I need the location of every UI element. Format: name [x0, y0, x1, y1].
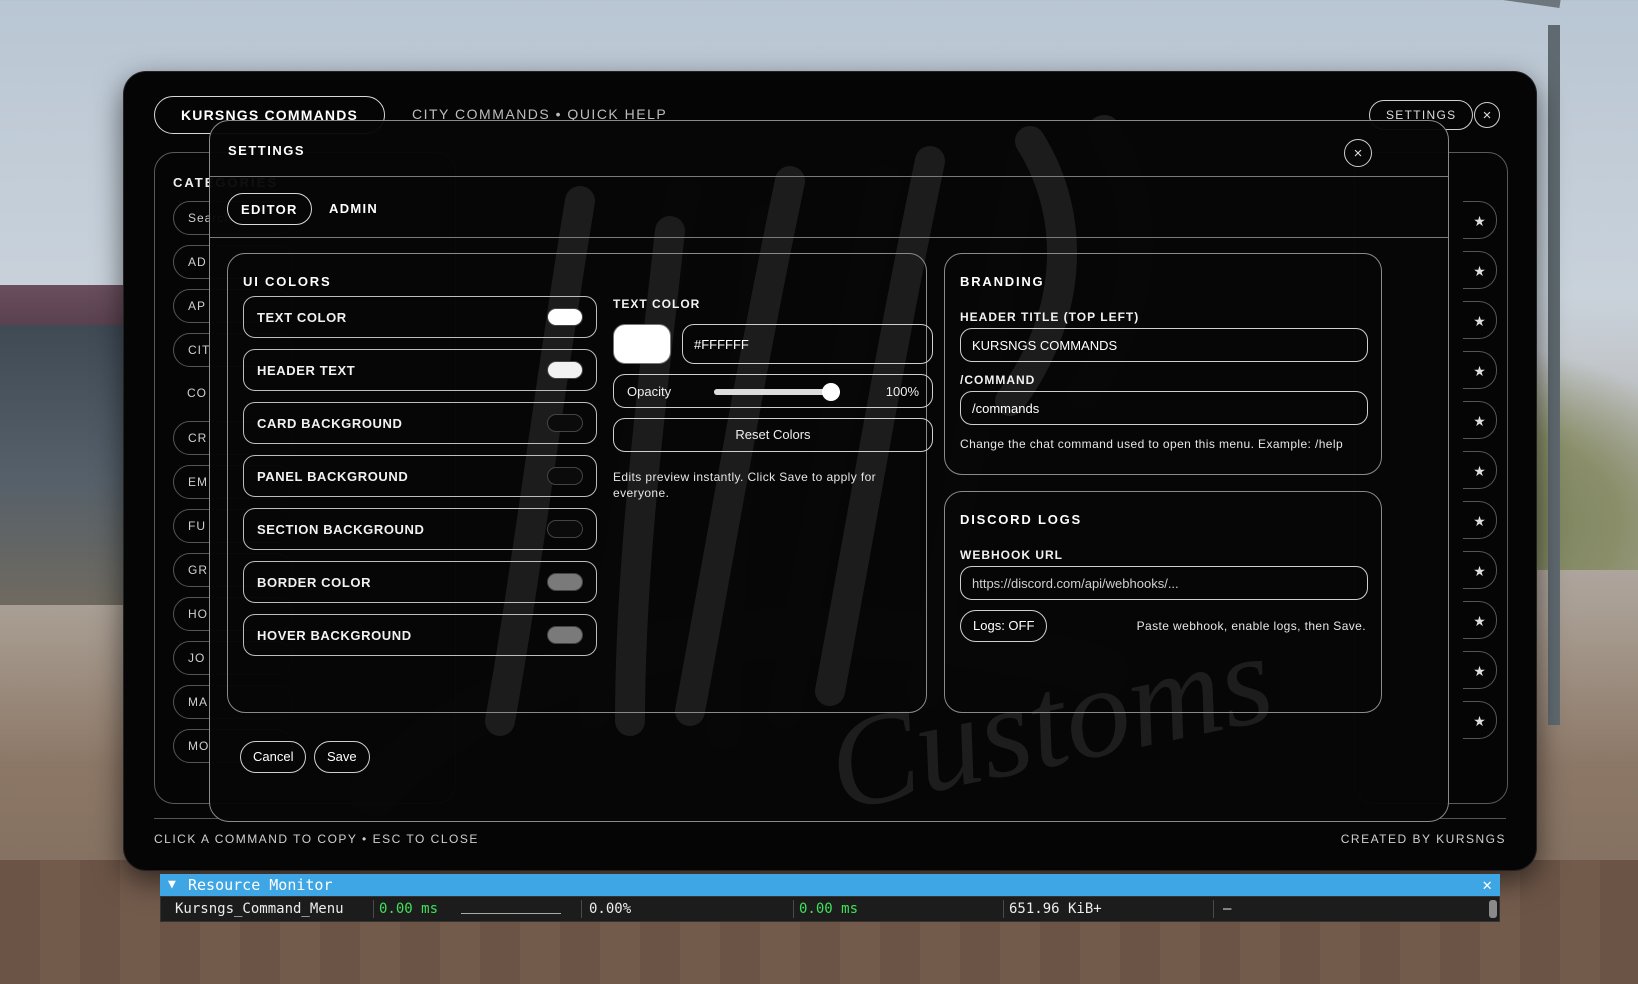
- resource-monitor: ▼ Resource Monitor ✕ Kursngs_Command_Men…: [160, 874, 1500, 926]
- scene-streetlight-pole: [1548, 25, 1560, 725]
- ui-colors-card: UI COLORS TEXT COLOR HEADER TEXT CARD BA…: [227, 253, 933, 713]
- color-swatch: [547, 361, 583, 379]
- color-row-section-background[interactable]: SECTION BACKGROUND: [243, 508, 597, 550]
- color-row-label: BORDER COLOR: [257, 575, 372, 590]
- collapse-triangle-icon[interactable]: ▼: [168, 874, 176, 896]
- editor-field-label: TEXT COLOR: [613, 297, 701, 311]
- settings-title: SETTINGS: [228, 143, 306, 158]
- favorite-star-icon[interactable]: ★: [1463, 651, 1497, 689]
- cpu-graph-line: [461, 913, 561, 914]
- resource-monitor-title: Resource Monitor: [188, 876, 333, 894]
- favorite-star-icon[interactable]: ★: [1463, 201, 1497, 239]
- editor-help-text: Edits preview instantly. Click Save to a…: [613, 470, 877, 500]
- settings-modal: Customs SETTINGS × EDITOR ADMIN UI COLOR…: [209, 120, 1449, 822]
- save-button[interactable]: Save: [314, 741, 370, 773]
- resource-row: Kursngs_Command_Menu 0.00 ms 0.00% 0.00 …: [160, 896, 1500, 922]
- color-swatch: [547, 626, 583, 644]
- tab-admin[interactable]: ADMIN: [329, 193, 378, 225]
- close-icon[interactable]: ×: [1474, 102, 1500, 128]
- favorite-star-icon[interactable]: ★: [1463, 301, 1497, 339]
- favorite-star-icon[interactable]: ★: [1463, 401, 1497, 439]
- discord-help-text: Paste webhook, enable logs, then Save.: [1136, 619, 1366, 633]
- color-row-hover-background[interactable]: HOVER BACKGROUND: [243, 614, 597, 656]
- column-separator: [373, 900, 374, 918]
- favorite-star-icon[interactable]: ★: [1463, 551, 1497, 589]
- color-preview-swatch[interactable]: [613, 324, 671, 364]
- command-input[interactable]: [960, 391, 1368, 425]
- favorite-star-icon[interactable]: ★: [1463, 501, 1497, 539]
- cancel-button[interactable]: Cancel: [240, 741, 307, 773]
- header-title-label: HEADER TITLE (TOP LEFT): [960, 310, 1140, 324]
- column-separator: [1213, 900, 1214, 918]
- discord-logs-title: DISCORD LOGS: [960, 512, 1082, 527]
- resource-time-ms: 0.00 ms: [799, 901, 859, 917]
- color-row-label: PANEL BACKGROUND: [257, 469, 409, 484]
- color-row-label: HOVER BACKGROUND: [257, 628, 412, 643]
- footer-credit: CREATED BY KURSNGS: [1340, 832, 1506, 846]
- resource-name: Kursngs_Command_Menu: [175, 901, 344, 917]
- logs-toggle-button[interactable]: Logs: OFF: [960, 610, 1048, 642]
- opacity-slider[interactable]: [714, 383, 841, 401]
- header-title-input[interactable]: [960, 328, 1368, 362]
- command-label: /COMMAND: [960, 373, 1036, 387]
- tabs-divider: [210, 237, 1448, 238]
- close-icon[interactable]: ✕: [1482, 874, 1492, 896]
- favorite-star-icon[interactable]: ★: [1463, 251, 1497, 289]
- column-separator: [581, 900, 582, 918]
- reset-colors-button[interactable]: Reset Colors: [613, 418, 933, 452]
- color-row-label: SECTION BACKGROUND: [257, 522, 425, 537]
- footer-hint: CLICK A COMMAND TO COPY • ESC TO CLOSE: [154, 832, 479, 846]
- column-separator: [1003, 900, 1004, 918]
- color-row-label: TEXT COLOR: [257, 310, 347, 325]
- discord-logs-card: DISCORD LOGS WEBHOOK URL Logs: OFF Paste…: [944, 491, 1382, 713]
- resource-monitor-scrollbar[interactable]: [1489, 900, 1497, 918]
- resource-cpu-percent: 0.00%: [589, 901, 632, 917]
- resource-monitor-titlebar[interactable]: ▼ Resource Monitor ✕: [160, 874, 1500, 896]
- resource-cpu-ms: 0.00 ms: [379, 901, 439, 917]
- opacity-label: Opacity: [627, 384, 672, 399]
- resource-memory: 651.96 KiB+: [1009, 901, 1102, 917]
- opacity-value: 100%: [885, 384, 919, 399]
- hex-color-input[interactable]: [682, 324, 933, 364]
- color-row-label: HEADER TEXT: [257, 363, 356, 378]
- color-row-header-text[interactable]: HEADER TEXT: [243, 349, 597, 391]
- color-swatch: [547, 573, 583, 591]
- color-swatch: [547, 520, 583, 538]
- branding-card: BRANDING HEADER TITLE (TOP LEFT) /COMMAN…: [944, 253, 1382, 475]
- color-row-label: CARD BACKGROUND: [257, 416, 403, 431]
- favorite-star-icon[interactable]: ★: [1463, 451, 1497, 489]
- favorite-star-icon[interactable]: ★: [1463, 601, 1497, 639]
- branding-help-text: Change the chat command used to open thi…: [960, 437, 1344, 451]
- color-row-card-background[interactable]: CARD BACKGROUND: [243, 402, 597, 444]
- tab-editor[interactable]: EDITOR: [227, 193, 312, 225]
- close-icon[interactable]: ×: [1344, 139, 1372, 167]
- color-swatch: [547, 308, 583, 326]
- color-swatch: [547, 414, 583, 432]
- branding-title: BRANDING: [960, 274, 1045, 289]
- color-row-panel-background[interactable]: PANEL BACKGROUND: [243, 455, 597, 497]
- webhook-url-input[interactable]: [960, 566, 1368, 600]
- opacity-control: Opacity 100%: [613, 374, 933, 408]
- ui-colors-title: UI COLORS: [243, 274, 332, 289]
- color-row-border-color[interactable]: BORDER COLOR: [243, 561, 597, 603]
- favorite-star-icon[interactable]: ★: [1463, 701, 1497, 739]
- color-swatch: [547, 467, 583, 485]
- scene-streetlight-arm: [1361, 0, 1561, 8]
- column-separator: [793, 900, 794, 918]
- resource-extra: –: [1223, 901, 1232, 917]
- webhook-label: WEBHOOK URL: [960, 548, 1063, 562]
- scene-building: [0, 285, 130, 605]
- modal-header-divider: [210, 176, 1448, 177]
- color-row-text[interactable]: TEXT COLOR: [243, 296, 597, 338]
- favorite-star-icon[interactable]: ★: [1463, 351, 1497, 389]
- opacity-slider-thumb[interactable]: [822, 383, 841, 401]
- opacity-slider-fill: [714, 389, 840, 395]
